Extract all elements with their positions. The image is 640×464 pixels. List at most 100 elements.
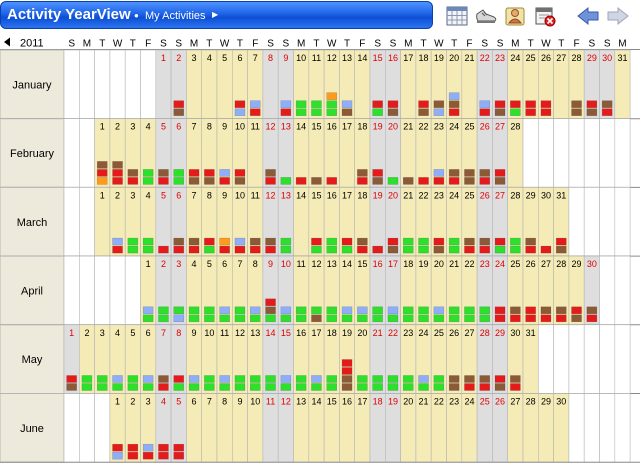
- activity-marker[interactable]: [142, 237, 154, 246]
- activity-marker[interactable]: [479, 108, 490, 116]
- activity-marker[interactable]: [387, 306, 399, 315]
- activity-marker[interactable]: [494, 314, 506, 323]
- activity-marker[interactable]: [265, 177, 276, 185]
- activity-marker[interactable]: [326, 383, 337, 391]
- activity-marker[interactable]: [295, 375, 307, 383]
- activity-marker[interactable]: [158, 451, 169, 460]
- activity-marker[interactable]: [387, 237, 399, 246]
- activity-marker[interactable]: [311, 383, 322, 391]
- activity-marker[interactable]: [341, 367, 353, 375]
- activity-marker[interactable]: [158, 314, 169, 323]
- month-label[interactable]: January: [12, 79, 52, 91]
- activity-marker[interactable]: [372, 169, 383, 177]
- activity-marker[interactable]: [280, 383, 292, 391]
- activity-marker[interactable]: [433, 169, 445, 177]
- activity-marker[interactable]: [433, 375, 445, 383]
- activity-marker[interactable]: [127, 383, 139, 391]
- activity-marker[interactable]: [357, 383, 368, 391]
- activity-marker[interactable]: [418, 383, 429, 391]
- activity-marker[interactable]: [204, 375, 215, 383]
- activity-marker[interactable]: [403, 375, 414, 383]
- activity-marker[interactable]: [418, 314, 429, 323]
- activity-marker[interactable]: [265, 383, 276, 391]
- activity-marker[interactable]: [188, 314, 200, 323]
- calendar-grid-icon[interactable]: [445, 5, 469, 27]
- activity-marker[interactable]: [127, 177, 139, 185]
- activity-marker[interactable]: [464, 314, 475, 323]
- activity-marker[interactable]: [311, 108, 322, 116]
- activity-marker[interactable]: [265, 245, 276, 254]
- activity-marker[interactable]: [357, 169, 368, 177]
- activity-marker[interactable]: [326, 375, 337, 383]
- activity-marker[interactable]: [571, 100, 582, 108]
- activity-marker[interactable]: [525, 108, 536, 116]
- delete-calendar-icon[interactable]: [533, 5, 557, 27]
- activity-marker[interactable]: [525, 245, 536, 254]
- activity-marker[interactable]: [494, 306, 506, 315]
- activity-marker[interactable]: [586, 306, 598, 315]
- activity-marker[interactable]: [586, 314, 598, 323]
- activity-marker[interactable]: [158, 383, 169, 391]
- activity-marker[interactable]: [387, 108, 399, 116]
- activity-marker[interactable]: [142, 383, 154, 391]
- breadcrumb-dropdown-icon[interactable]: ▶: [212, 10, 218, 19]
- activity-marker[interactable]: [448, 108, 460, 116]
- activity-marker[interactable]: [142, 314, 154, 323]
- activity-marker[interactable]: [372, 383, 383, 391]
- activity-marker[interactable]: [601, 100, 613, 108]
- activity-marker[interactable]: [158, 177, 169, 185]
- activity-marker[interactable]: [173, 375, 184, 383]
- activity-marker[interactable]: [510, 245, 521, 254]
- activity-marker[interactable]: [556, 314, 567, 323]
- activity-marker[interactable]: [433, 245, 445, 254]
- activity-marker[interactable]: [341, 383, 353, 391]
- activity-marker[interactable]: [571, 314, 582, 323]
- activity-marker[interactable]: [295, 306, 307, 315]
- activity-marker[interactable]: [448, 383, 460, 391]
- activity-marker[interactable]: [510, 306, 521, 315]
- activity-marker[interactable]: [571, 306, 582, 315]
- activity-marker[interactable]: [556, 237, 567, 246]
- activity-marker[interactable]: [188, 169, 200, 177]
- activity-marker[interactable]: [448, 92, 460, 100]
- activity-marker[interactable]: [66, 383, 77, 391]
- activity-marker[interactable]: [158, 169, 169, 177]
- activity-marker[interactable]: [326, 314, 337, 323]
- activity-marker[interactable]: [234, 314, 246, 323]
- back-arrow-icon[interactable]: [576, 5, 600, 27]
- activity-marker[interactable]: [341, 100, 353, 108]
- activity-marker[interactable]: [403, 237, 414, 246]
- activity-marker[interactable]: [295, 177, 307, 185]
- activity-marker[interactable]: [357, 314, 368, 323]
- activity-marker[interactable]: [234, 375, 246, 383]
- activity-marker[interactable]: [326, 245, 337, 254]
- activity-marker[interactable]: [311, 306, 322, 315]
- activity-marker[interactable]: [556, 245, 567, 254]
- activity-marker[interactable]: [280, 237, 292, 246]
- activity-marker[interactable]: [311, 245, 322, 254]
- activity-marker[interactable]: [204, 245, 215, 254]
- activity-marker[interactable]: [479, 306, 490, 315]
- activity-marker[interactable]: [403, 383, 414, 391]
- activity-marker[interactable]: [127, 451, 139, 460]
- activity-marker[interactable]: [372, 375, 383, 383]
- activity-marker[interactable]: [280, 375, 292, 383]
- activity-marker[interactable]: [525, 314, 536, 323]
- activity-marker[interactable]: [387, 375, 399, 383]
- activity-marker[interactable]: [387, 177, 399, 185]
- activity-marker[interactable]: [173, 451, 184, 460]
- activity-marker[interactable]: [311, 237, 322, 246]
- activity-marker[interactable]: [387, 245, 399, 254]
- activity-marker[interactable]: [280, 108, 292, 116]
- activity-marker[interactable]: [204, 169, 215, 177]
- activity-marker[interactable]: [464, 306, 475, 315]
- activity-marker[interactable]: [448, 177, 460, 185]
- activity-marker[interactable]: [204, 177, 215, 185]
- activity-marker[interactable]: [265, 375, 276, 383]
- activity-marker[interactable]: [464, 245, 475, 254]
- activity-marker[interactable]: [142, 177, 154, 185]
- activity-marker[interactable]: [403, 177, 414, 185]
- activity-marker[interactable]: [142, 306, 154, 315]
- activity-marker[interactable]: [433, 237, 445, 246]
- activity-marker[interactable]: [219, 383, 230, 391]
